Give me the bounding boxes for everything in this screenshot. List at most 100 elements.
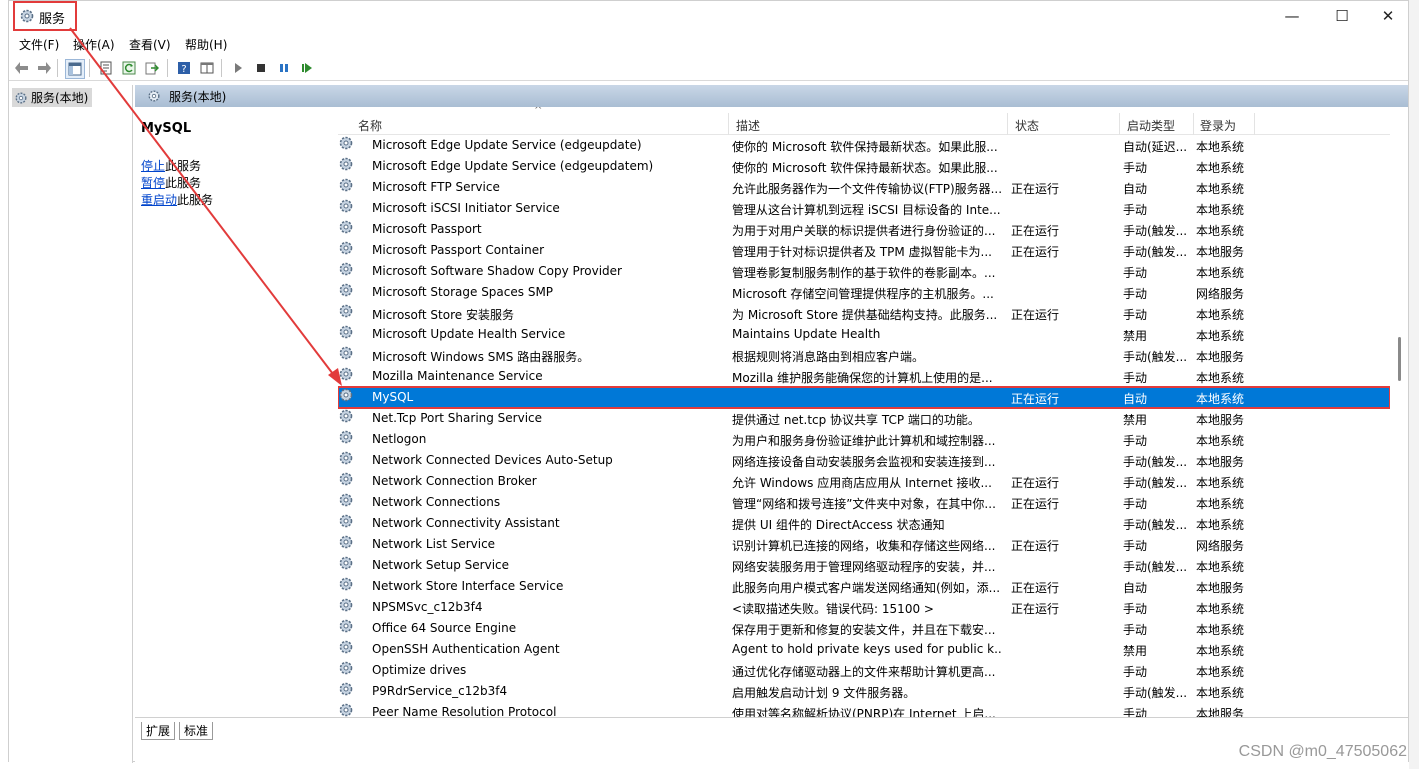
service-logon-as: 本地服务 xyxy=(1196,455,1245,469)
menu-view[interactable]: 查看(V) xyxy=(129,36,171,53)
table-row[interactable]: Network Connected Devices Auto-Setup 网络连接… xyxy=(338,450,1390,471)
service-name: Microsoft Storage Spaces SMP xyxy=(372,285,554,299)
service-description: 管理用于针对标识提供者及 TPM 虚拟智能卡为... xyxy=(732,245,992,259)
table-row[interactable]: Microsoft Windows SMS 路由器服务。 根据规则将消息路由到相应… xyxy=(338,345,1390,366)
column-header-description[interactable]: 描述 xyxy=(736,117,760,134)
menu-action[interactable]: 操作(A) xyxy=(73,36,115,53)
table-row[interactable]: Microsoft Software Shadow Copy Provider 管… xyxy=(338,261,1390,282)
table-row[interactable]: Network Connectivity Assistant 提供 UI 组件的 … xyxy=(338,513,1390,534)
column-divider[interactable] xyxy=(1119,113,1120,135)
table-row[interactable]: NPSMSvc_c12b3f4 <读取描述失败。错误代码: 15100 > 正在运行… xyxy=(338,597,1390,618)
stop-service-action: 停止此服务 xyxy=(141,159,202,173)
pause-service-icon[interactable] xyxy=(275,59,293,77)
service-gear-icon xyxy=(339,388,353,402)
service-description: 允许此服务器作为一个文件传输协议(FTP)服务器... xyxy=(732,182,1002,196)
table-row[interactable]: Microsoft Store 安装服务 为 Microsoft Store 提供… xyxy=(338,303,1390,324)
table-row[interactable]: P9RdrService_c12b3f4 启用触发启动计划 9 文件服务器。 手动(… xyxy=(338,681,1390,702)
table-row[interactable]: Network Store Interface Service 此服务向用户模式客… xyxy=(338,576,1390,597)
table-row[interactable]: Office 64 Source Engine 保存用于更新和修复的安装文件，并且… xyxy=(338,618,1390,639)
table-row[interactable]: Network Connections 管理“网络和拨号连接”文件夹中对象，在其中… xyxy=(338,492,1390,513)
properties-icon[interactable] xyxy=(97,59,115,77)
menu-file[interactable]: 文件(F) xyxy=(19,36,59,53)
vertical-scrollbar[interactable] xyxy=(1390,107,1408,717)
table-row-selected[interactable]: MySQL 正在运行 自动 本地系统 xyxy=(338,386,1390,409)
table-row[interactable]: Microsoft Storage Spaces SMP Microsoft 存储… xyxy=(338,282,1390,303)
service-startup-type: 手动 xyxy=(1123,287,1148,301)
service-status: 正在运行 xyxy=(1011,581,1060,595)
service-name: Microsoft Passport xyxy=(372,222,482,236)
service-description: 管理卷影复制服务制作的基于软件的卷影副本。... xyxy=(732,266,996,280)
service-logon-as: 本地系统 xyxy=(1196,203,1245,217)
service-status: 正在运行 xyxy=(1011,245,1060,259)
table-row[interactable]: Net.Tcp Port Sharing Service 提供通过 net.tcp… xyxy=(338,408,1390,429)
start-service-icon[interactable] xyxy=(229,59,247,77)
service-description: 通过优化存储驱动器上的文件来帮助计算机更高... xyxy=(732,665,996,679)
service-startup-type: 手动 xyxy=(1123,539,1148,553)
menu-help[interactable]: 帮助(H) xyxy=(185,36,227,53)
service-name: Microsoft Passport Container xyxy=(372,243,545,257)
help-icon[interactable]: ? xyxy=(175,59,193,77)
table-row[interactable]: Network Setup Service 网络安装服务用于管理网络驱动程序的安装… xyxy=(338,555,1390,576)
service-gear-icon xyxy=(339,598,353,612)
back-arrow-icon[interactable] xyxy=(13,59,31,77)
restart-link[interactable]: 重启动 xyxy=(141,193,177,207)
minimize-button[interactable]: — xyxy=(1269,1,1315,31)
title-bar[interactable]: 服务 — ☐ ✕ xyxy=(9,1,1408,33)
service-logon-as: 本地系统 xyxy=(1196,665,1245,679)
table-row[interactable]: OpenSSH Authentication Agent Agent to hol… xyxy=(338,639,1390,660)
table-row[interactable]: Mozilla Maintenance Service Mozilla 维护服务能… xyxy=(338,366,1390,387)
service-description: 管理“网络和拨号连接”文件夹中对象，在其中你... xyxy=(732,497,996,511)
table-row[interactable]: Optimize drives 通过优化存储驱动器上的文件来帮助计算机更高... 手… xyxy=(338,660,1390,681)
column-header-status[interactable]: 状态 xyxy=(1015,117,1039,134)
column-header-startup-type[interactable]: 启动类型 xyxy=(1127,117,1175,134)
show-hide-pane-icon[interactable] xyxy=(198,59,216,77)
service-startup-type: 手动 xyxy=(1123,497,1148,511)
column-divider[interactable] xyxy=(1193,113,1194,135)
service-gear-icon xyxy=(339,409,353,423)
service-name: Office 64 Source Engine xyxy=(372,621,517,635)
stop-service-icon[interactable] xyxy=(252,59,270,77)
selected-service-title: MySQL xyxy=(141,121,192,136)
service-description: 根据规则将消息路由到相应客户端。 xyxy=(732,350,925,364)
refresh-icon[interactable] xyxy=(120,59,138,77)
background-window-edge xyxy=(1409,0,1419,769)
table-row[interactable]: Microsoft Edge Update Service (edgeupdat… xyxy=(338,135,1390,156)
table-row[interactable]: Microsoft FTP Service 允许此服务器作为一个文件传输协议(FT… xyxy=(338,177,1390,198)
column-header-logon-as[interactable]: 登录为 xyxy=(1200,117,1236,134)
column-divider[interactable] xyxy=(1007,113,1008,135)
scroll-thumb[interactable] xyxy=(1398,337,1401,381)
service-description: Maintains Update Health xyxy=(732,327,881,341)
table-row[interactable]: Microsoft Passport 为用于对用户关联的标识提供者进行身份验证的.… xyxy=(338,219,1390,240)
restart-service-icon[interactable] xyxy=(298,59,316,77)
table-row[interactable]: Microsoft Passport Container 管理用于针对标识提供者及… xyxy=(338,240,1390,261)
table-row[interactable]: Peer Name Resolution Protocol 使用对等名称解析协议(… xyxy=(338,702,1390,717)
table-row[interactable]: Network Connection Broker 允许 Windows 应用商店… xyxy=(338,471,1390,492)
column-header-name[interactable]: 名称 xyxy=(358,117,382,134)
tab-standard[interactable]: 标准 xyxy=(179,722,214,740)
tab-extended[interactable]: 扩展 xyxy=(141,722,176,740)
service-gear-icon xyxy=(339,304,353,318)
service-startup-type: 自动 xyxy=(1123,581,1148,595)
console-tree-icon[interactable] xyxy=(65,59,85,79)
tree-node-services-local[interactable]: 服务(本地) xyxy=(12,88,93,107)
table-row[interactable]: Network List Service 识别计算机已连接的网络，收集和存储这些网… xyxy=(338,534,1390,555)
table-row[interactable]: Netlogon 为用户和服务身份验证维护此计算机和域控制器... 手动 本地系统 xyxy=(338,429,1390,450)
service-description: 提供 UI 组件的 DirectAccess 状态通知 xyxy=(732,518,945,532)
table-row[interactable]: Microsoft Edge Update Service (edgeupdat… xyxy=(338,156,1390,177)
service-logon-as: 本地系统 xyxy=(1196,434,1245,448)
stop-link[interactable]: 停止 xyxy=(141,159,165,173)
service-description: 允许 Windows 应用商店应用从 Internet 接收... xyxy=(732,476,992,490)
table-row[interactable]: Microsoft iSCSI Initiator Service 管理从这台计算… xyxy=(338,198,1390,219)
service-description: 管理从这台计算机到远程 iSCSI 目标设备的 Inte... xyxy=(732,203,1001,217)
service-logon-as: 本地系统 xyxy=(1196,602,1245,616)
pause-link[interactable]: 暂停 xyxy=(141,176,165,190)
service-name: Network List Service xyxy=(372,537,496,551)
close-button[interactable]: ✕ xyxy=(1365,1,1411,31)
table-row[interactable]: Microsoft Update Health Service Maintains… xyxy=(338,324,1390,345)
column-divider[interactable] xyxy=(1254,113,1255,135)
service-gear-icon xyxy=(339,703,353,717)
forward-arrow-icon[interactable] xyxy=(35,59,53,77)
maximize-button[interactable]: ☐ xyxy=(1319,1,1365,31)
column-divider[interactable] xyxy=(728,113,729,135)
export-list-icon[interactable] xyxy=(143,59,161,77)
